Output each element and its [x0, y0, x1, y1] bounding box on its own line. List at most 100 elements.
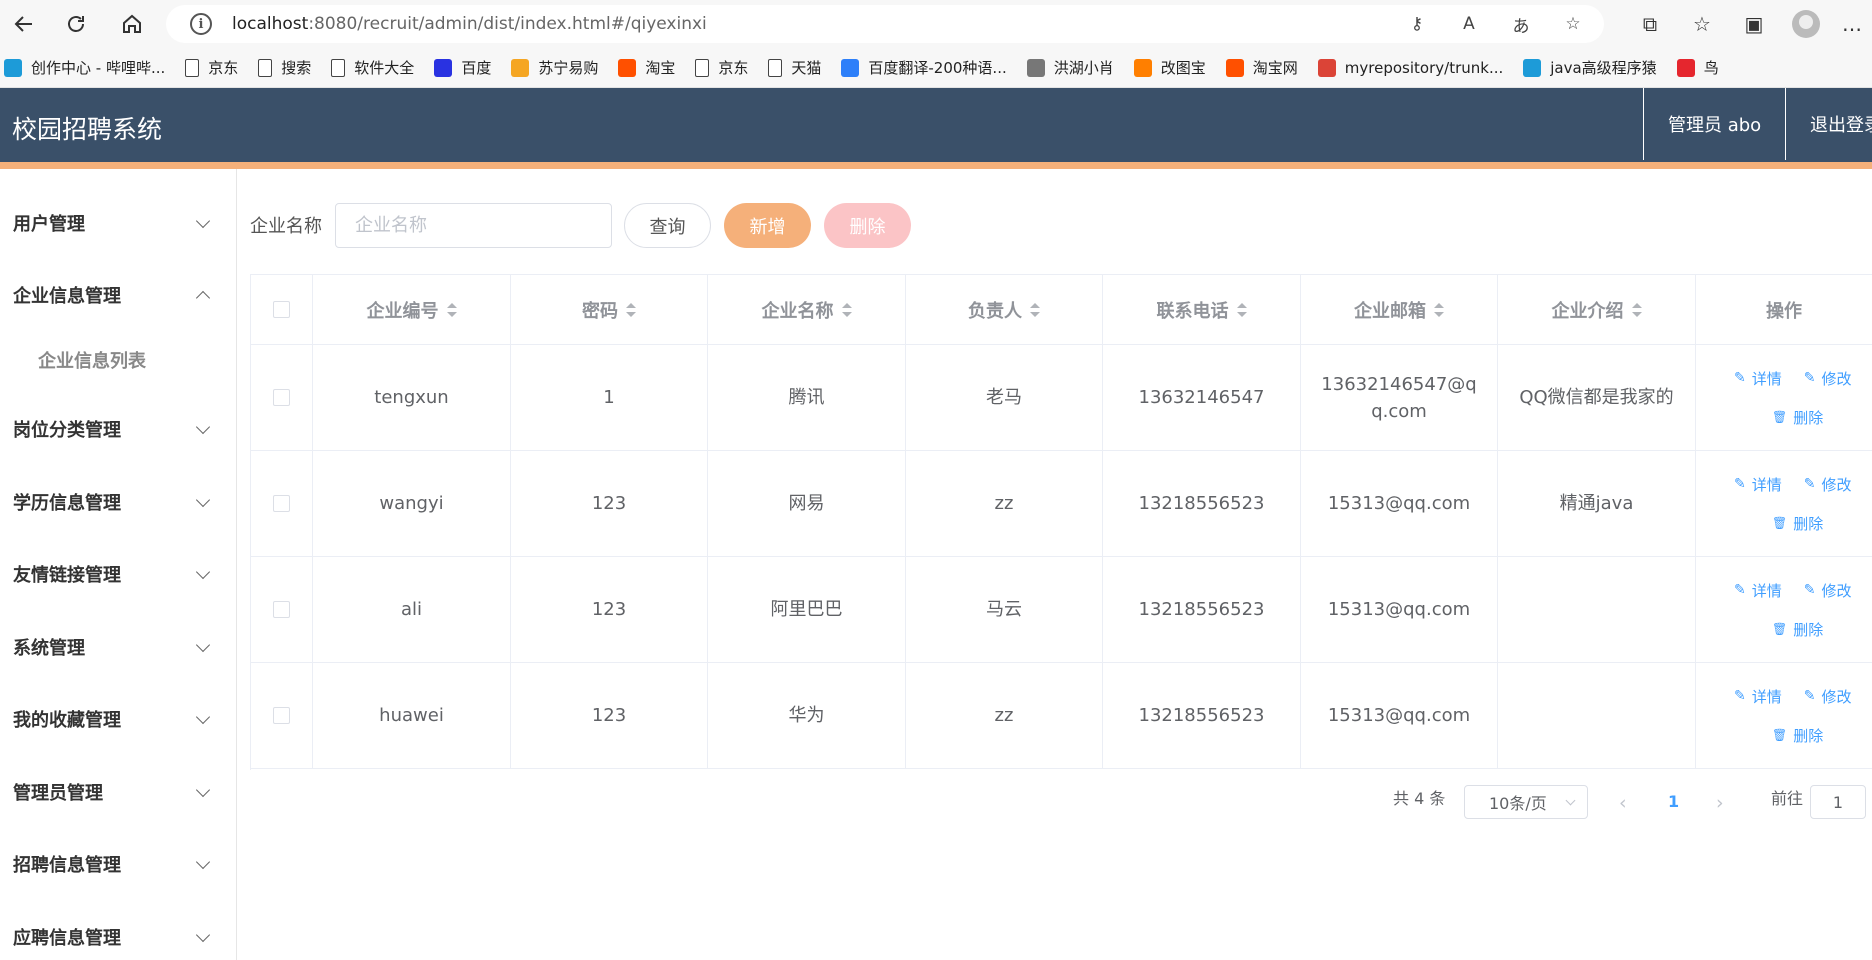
bookmark-item[interactable]: 淘宝 [618, 57, 675, 78]
edit-button[interactable]: ✎ 修改 [1804, 474, 1852, 495]
row-actions-line: ✎ 详情 ✎ 修改 [1734, 474, 1852, 495]
delete-button[interactable]: 🗑 删除 [1772, 725, 1823, 746]
detail-button[interactable]: ✎ 详情 [1734, 474, 1782, 495]
row-actions-line: ✎ 详情 ✎ 修改 [1734, 368, 1852, 389]
column-header[interactable]: 负责人 [906, 275, 1103, 344]
more-icon[interactable]: … [1832, 0, 1872, 48]
collections-icon[interactable]: ▣ [1728, 0, 1780, 48]
edit-button[interactable]: ✎ 修改 [1804, 580, 1852, 601]
bilibili-icon [1523, 58, 1542, 77]
translate-icon[interactable]: あ [1510, 13, 1532, 37]
row-actions-line: 🗑 删除 [1734, 725, 1823, 746]
bookmark-label: java高级程序猿 [1550, 59, 1657, 77]
sidebar-item-education[interactable]: 学历信息管理 [0, 477, 236, 527]
current-page[interactable]: 1 [1668, 792, 1679, 811]
bookmark-item[interactable]: 百度 [434, 57, 491, 78]
bookmark-item[interactable]: 百度翻译-200种语... [841, 57, 1007, 78]
column-header[interactable]: 密码 [511, 275, 708, 344]
favorites-icon[interactable]: ☆ [1676, 0, 1728, 48]
bookmark-item[interactable]: 京东 [695, 57, 748, 78]
table-cell: 网易 [708, 451, 906, 556]
bookmark-item[interactable]: 改图宝 [1133, 57, 1206, 78]
row-checkbox[interactable] [273, 601, 290, 618]
add-favorite-icon[interactable]: ☆ [1562, 13, 1584, 35]
sidebar-item-links[interactable]: 友情链接管理 [0, 549, 236, 599]
sort-icon[interactable] [626, 302, 636, 317]
sort-icon[interactable] [1434, 302, 1444, 317]
address-bar[interactable]: i localhost:8080/recruit/admin/dist/inde… [166, 5, 1604, 43]
sort-icon[interactable] [1236, 302, 1247, 317]
row-checkbox[interactable] [273, 495, 290, 512]
bookmark-item[interactable]: 京东 [185, 57, 238, 78]
sidebar-item-favorites[interactable]: 我的收藏管理 [0, 694, 236, 744]
logout-link[interactable]: 退出登录 [1785, 88, 1872, 160]
column-header[interactable]: 企业介绍 [1498, 275, 1696, 344]
chevron-down-icon [195, 492, 211, 508]
select-all-checkbox[interactable] [273, 301, 290, 318]
bookmark-item[interactable]: 鸟 [1676, 57, 1719, 78]
bookmark-item[interactable]: 创作中心 - 哔哩哔... [4, 57, 165, 78]
trash-icon: 🗑 [1772, 728, 1788, 742]
column-header[interactable]: 企业邮箱 [1301, 275, 1498, 344]
key-icon[interactable]: ⚷ [1406, 13, 1428, 35]
add-button[interactable]: 新增 [724, 203, 811, 248]
sidebar-item-company[interactable]: 企业信息管理 [0, 270, 236, 320]
page-size-select[interactable]: 10条/页 [1464, 785, 1588, 819]
row-checkbox[interactable] [273, 389, 290, 406]
row-actions: ✎ 详情 ✎ 修改 🗑 删除 [1696, 345, 1872, 450]
sort-icon[interactable] [1631, 302, 1642, 317]
sidebar: 用户管理 企业信息管理 企业信息列表 岗位分类管理 学历信息管理 友情链接管理 … [0, 169, 237, 960]
bookmark-item[interactable]: 天猫 [768, 57, 821, 78]
detail-button[interactable]: ✎ 详情 [1734, 686, 1782, 707]
sidebar-item-recruit[interactable]: 招聘信息管理 [0, 839, 236, 889]
bookmark-label: 淘宝网 [1252, 59, 1298, 77]
sidebar-subitem-company-list[interactable]: 企业信息列表 [38, 347, 146, 373]
home-icon[interactable] [108, 0, 156, 48]
detail-button[interactable]: ✎ 详情 [1734, 368, 1782, 389]
site-info-icon[interactable]: i [190, 13, 212, 35]
sort-icon[interactable] [446, 302, 457, 317]
delete-button[interactable]: 🗑 删除 [1772, 407, 1823, 428]
edit-button[interactable]: ✎ 修改 [1804, 368, 1852, 389]
column-header[interactable]: 企业名称 [708, 275, 906, 344]
read-aloud-icon[interactable]: A [1458, 13, 1480, 35]
bookmark-label: 创作中心 - 哔哩哔... [31, 59, 166, 77]
bookmark-item[interactable]: 洪湖小肖 [1026, 57, 1114, 78]
bookmark-item[interactable]: java高级程序猿 [1523, 57, 1657, 78]
delete-button[interactable]: 🗑 删除 [1772, 619, 1823, 640]
sidebar-item-admins[interactable]: 管理员管理 [0, 767, 236, 817]
sidebar-item-user[interactable]: 用户管理 [0, 198, 236, 248]
column-header[interactable]: 联系电话 [1103, 275, 1301, 344]
extensions-icon[interactable]: ⧉ [1624, 0, 1676, 48]
delete-button[interactable]: 🗑 删除 [1772, 513, 1823, 534]
admin-user[interactable]: 管理员 abo [1643, 88, 1785, 160]
trash-icon: 🗑 [1772, 410, 1788, 424]
taobao-icon [1225, 58, 1244, 77]
bookmark-item[interactable]: myrepository/trunk... [1317, 58, 1503, 77]
profile-icon[interactable] [1780, 0, 1832, 48]
bookmark-item[interactable]: 搜索 [258, 57, 311, 78]
sidebar-item-applications[interactable]: 应聘信息管理 [0, 912, 236, 960]
refresh-icon[interactable] [52, 0, 100, 48]
bookmark-item[interactable]: 软件大全 [331, 57, 414, 78]
query-button[interactable]: 查询 [624, 203, 711, 248]
edit-button[interactable]: ✎ 修改 [1804, 686, 1852, 707]
sort-icon[interactable] [1030, 302, 1040, 317]
prev-page-icon[interactable]: ‹ [1619, 792, 1627, 814]
sidebar-item-label: 学历信息管理 [13, 493, 121, 514]
baidu-icon [434, 58, 453, 77]
next-page-icon[interactable]: › [1716, 792, 1724, 814]
back-icon[interactable] [0, 0, 48, 48]
bookmark-item[interactable]: 苏宁易购 [511, 57, 598, 78]
goto-page-input[interactable] [1810, 785, 1866, 819]
batch-delete-button[interactable]: 删除 [824, 203, 911, 248]
sidebar-item-system[interactable]: 系统管理 [0, 622, 236, 672]
sidebar-item-job-category[interactable]: 岗位分类管理 [0, 404, 236, 454]
search-input[interactable] [335, 203, 612, 248]
bookmark-label: 鸟 [1703, 59, 1719, 77]
bookmark-item[interactable]: 淘宝网 [1225, 57, 1298, 78]
row-checkbox[interactable] [273, 707, 290, 724]
column-header[interactable]: 企业编号 [313, 275, 511, 344]
sort-icon[interactable] [841, 302, 852, 317]
detail-button[interactable]: ✎ 详情 [1734, 580, 1782, 601]
